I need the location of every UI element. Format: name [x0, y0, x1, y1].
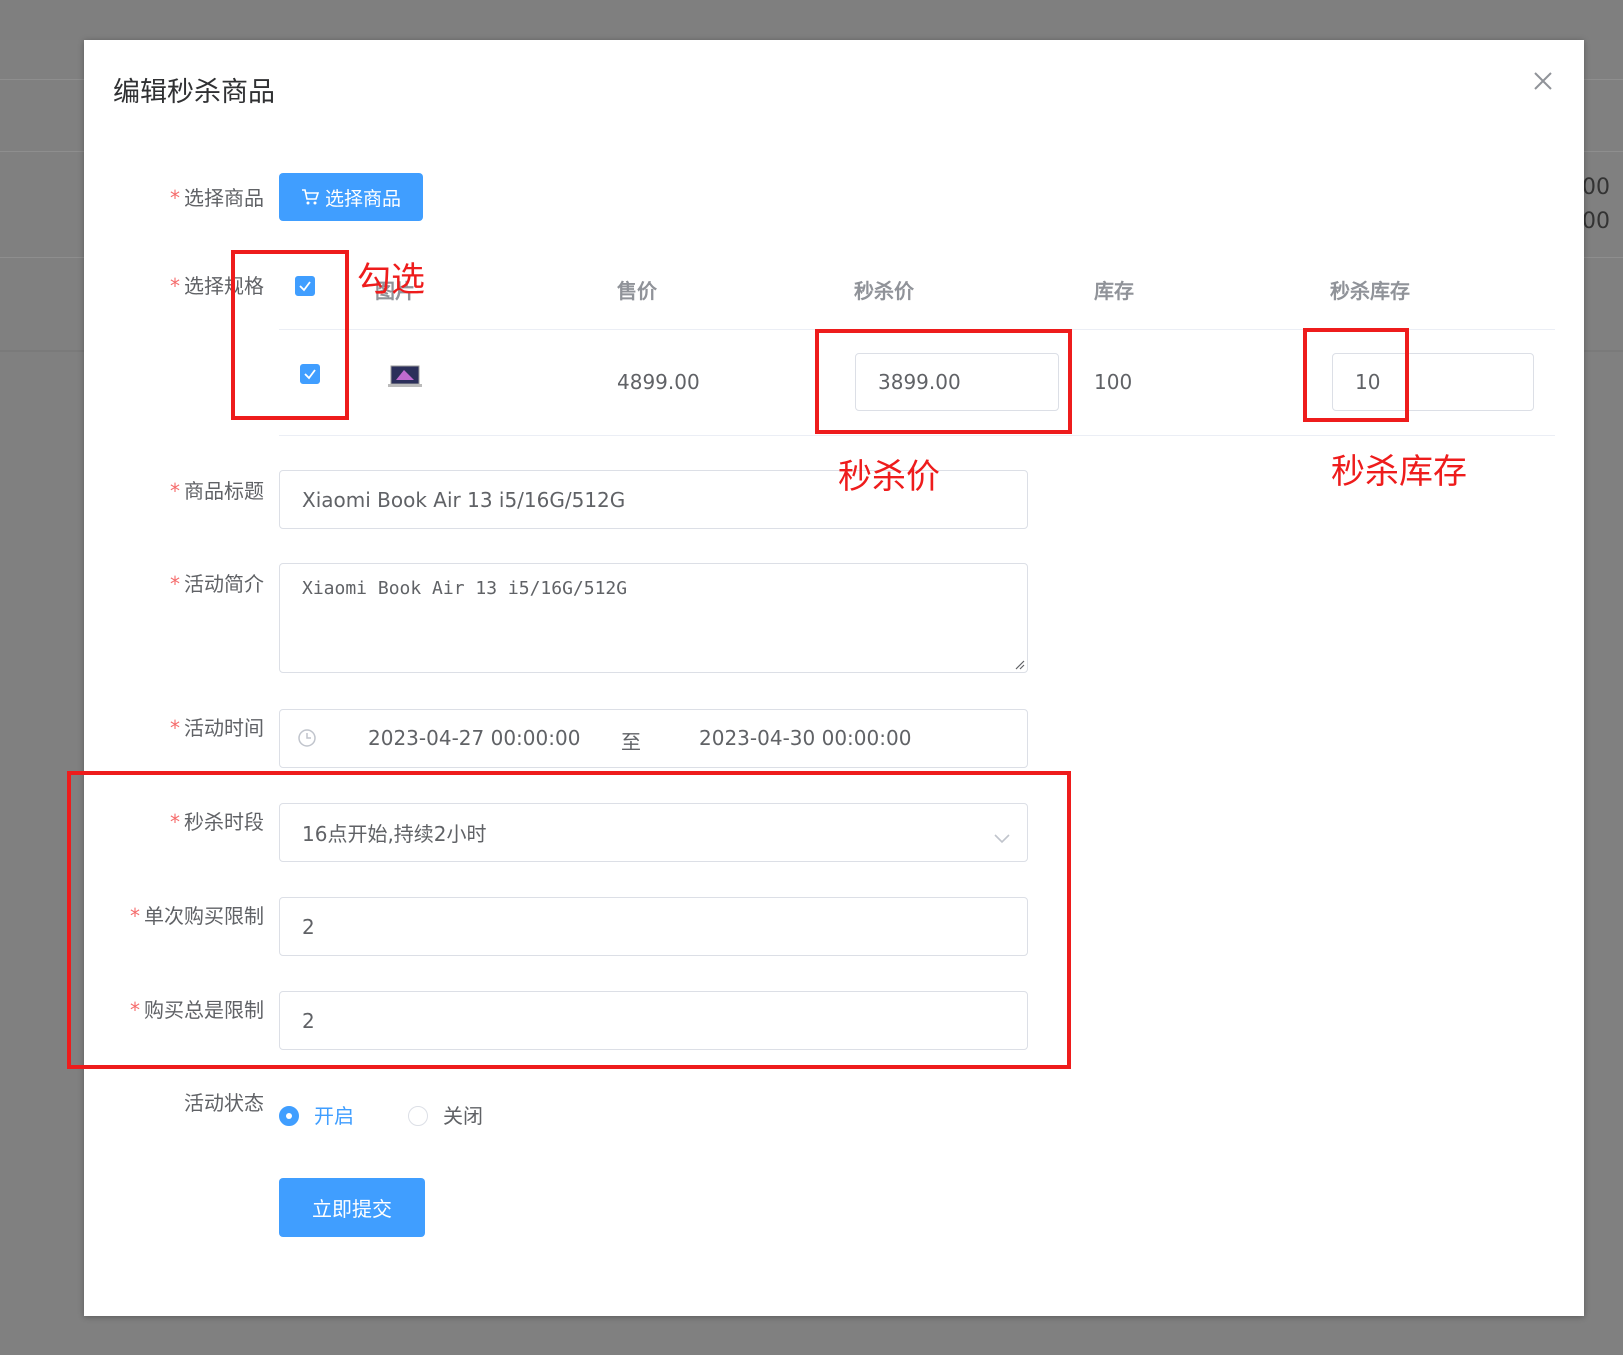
range-separator: 至 [621, 730, 641, 754]
edit-seckill-dialog: 编辑秒杀商品 * 选择商品 选择商品 * 选择规格 图片 售价 秒杀价 库存 秒杀库… [84, 40, 1584, 1316]
column-header-stock: 库存 [1094, 279, 1134, 303]
laptop-thumbnail [388, 365, 422, 389]
annotation-box-seckill-price [815, 329, 1072, 434]
select-product-button[interactable]: 选择商品 [279, 173, 423, 221]
activity-intro-label: * 活动简介 [170, 572, 264, 596]
annotation-check-text: 勾选 [357, 260, 425, 300]
status-radio-off[interactable] [408, 1106, 428, 1126]
cart-icon [301, 188, 319, 206]
activity-time-range-picker[interactable]: 2023-04-27 00:00:00 至 2023-04-30 00:00:0… [279, 709, 1028, 768]
start-time[interactable]: 2023-04-27 00:00:00 [368, 726, 580, 750]
column-header-seckill-price: 秒杀价 [854, 279, 914, 303]
select-spec-label: * 选择规格 [170, 274, 264, 298]
column-header-price: 售价 [617, 279, 657, 303]
row-stock: 100 [1094, 370, 1133, 394]
required-mark: * [170, 186, 180, 210]
annotation-seckill-stock-text: 秒杀库存 [1331, 452, 1467, 492]
activity-intro-textarea[interactable]: Xiaomi Book Air 13 i5/16G/512G [279, 563, 1028, 673]
dialog-title: 编辑秒杀商品 [113, 77, 275, 108]
resize-handle-icon [1015, 660, 1025, 670]
select-product-button-label: 选择商品 [324, 187, 401, 210]
status-radio-on[interactable] [279, 1106, 299, 1126]
activity-status-label: 活动状态 [184, 1091, 264, 1115]
status-option-on-label[interactable]: 开启 [314, 1100, 354, 1129]
product-title-label: * 商品标题 [170, 479, 264, 503]
required-mark: * [170, 572, 180, 596]
close-icon[interactable] [1530, 68, 1556, 94]
table-row-divider [279, 435, 1555, 436]
annotation-box-checkbox [231, 250, 349, 420]
end-time[interactable]: 2023-04-30 00:00:00 [699, 726, 911, 750]
required-mark: * [170, 479, 180, 503]
status-option-off-label[interactable]: 关闭 [443, 1100, 483, 1129]
annotation-seckill-price-text: 秒杀价 [838, 457, 940, 497]
select-product-label: * 选择商品 [170, 186, 264, 210]
background-band [0, 0, 1623, 40]
annotation-box-limits [67, 771, 1071, 1069]
clock-icon [297, 728, 317, 753]
column-header-seckill-stock: 秒杀库存 [1330, 279, 1410, 303]
required-mark: * [170, 716, 180, 740]
activity-time-label: * 活动时间 [170, 716, 264, 740]
annotation-box-seckill-stock [1303, 328, 1409, 422]
submit-button[interactable]: 立即提交 [279, 1178, 425, 1237]
row-price: 4899.00 [617, 370, 700, 394]
required-mark: * [170, 274, 180, 298]
background-value: 00 [1582, 209, 1610, 234]
background-value: 00 [1582, 175, 1610, 200]
